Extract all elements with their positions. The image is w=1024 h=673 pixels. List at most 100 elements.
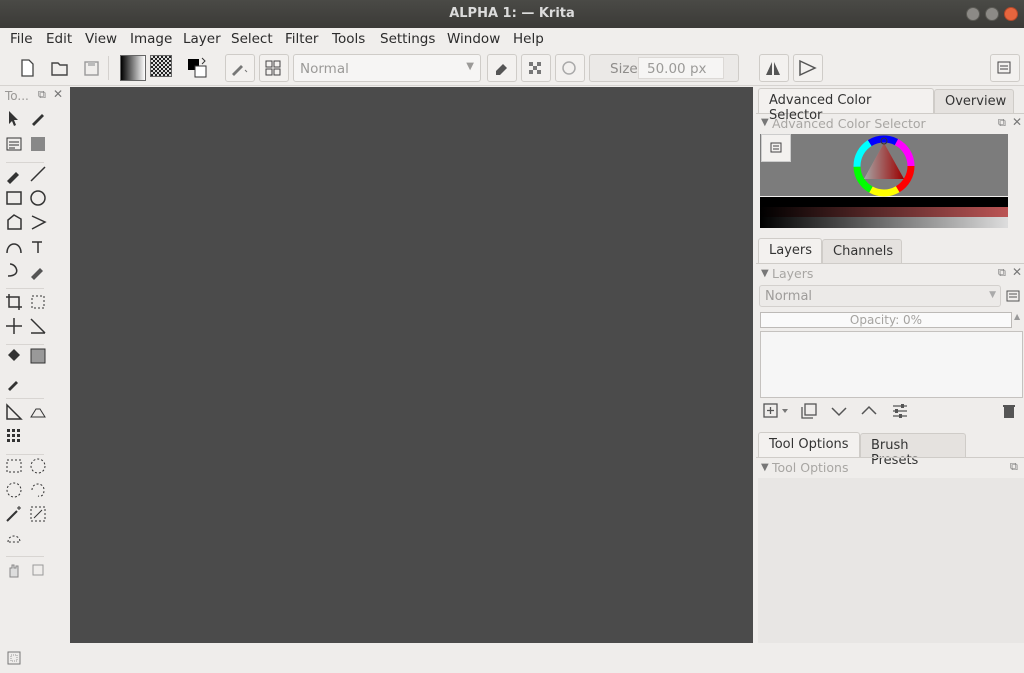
menu-image[interactable]: Image (130, 31, 172, 47)
open-folder-icon[interactable] (46, 55, 72, 81)
color-picker-tool-icon[interactable] (4, 372, 24, 392)
mirror-horizontal-button[interactable] (759, 54, 789, 82)
layer-options-icon[interactable] (1004, 287, 1022, 305)
brush-settings-button[interactable] (259, 54, 289, 82)
bezier-select-tool-icon[interactable] (4, 528, 24, 548)
color-bar-black[interactable] (760, 197, 1008, 207)
tab-brush-presets[interactable]: Brush Presets (860, 433, 966, 468)
grid-tool-icon[interactable] (4, 426, 24, 446)
move-layer-down-icon[interactable] (830, 402, 848, 420)
chevron-up-icon[interactable]: ▲ (1014, 312, 1020, 321)
layer-properties-icon[interactable] (891, 402, 909, 420)
size-spinbox[interactable]: Size: 50.00 px (589, 54, 739, 82)
menu-select[interactable]: Select (231, 31, 273, 47)
canvas-area[interactable] (70, 87, 753, 643)
zoom-tool-icon[interactable] (28, 560, 48, 580)
brush-preset-button[interactable] (225, 54, 255, 82)
workspace-icon (997, 61, 1011, 74)
color-bar-gray[interactable] (760, 217, 1008, 228)
tab-layers[interactable]: Layers (758, 238, 822, 263)
new-document-icon[interactable] (14, 55, 40, 81)
rectangle-tool-icon[interactable] (4, 188, 24, 208)
pattern-swatch[interactable] (150, 55, 172, 77)
menu-filter[interactable]: Filter (285, 31, 318, 47)
close-icon[interactable]: ✕ (1012, 265, 1022, 279)
bezier-curve-tool-icon[interactable] (4, 236, 24, 256)
add-layer-icon[interactable] (762, 402, 792, 420)
gradient-swatch[interactable] (120, 55, 146, 81)
collapse-arrow-icon[interactable]: ▼ (761, 462, 769, 473)
collapse-arrow-icon[interactable]: ▼ (761, 117, 769, 128)
freehand-brush-tool-icon[interactable] (4, 164, 24, 184)
color-wheel-triangle[interactable] (853, 135, 915, 197)
polygon-select-tool-icon[interactable] (4, 480, 24, 500)
tab-tool-options[interactable]: Tool Options (758, 432, 860, 457)
close-button[interactable] (1004, 7, 1018, 21)
menu-window[interactable]: Window (447, 31, 500, 47)
multibrush-tool-icon[interactable] (28, 260, 48, 280)
menu-view[interactable]: View (85, 31, 117, 47)
delete-layer-icon[interactable] (1000, 402, 1018, 420)
float-icon[interactable]: ⧉ (998, 266, 1006, 280)
float-icon[interactable]: ⧉ (998, 116, 1006, 130)
eraser-mode-button[interactable] (487, 54, 517, 82)
crop-tool-icon[interactable] (4, 292, 24, 312)
fg-bg-color-icon[interactable] (184, 55, 210, 81)
line-tool-icon[interactable] (28, 164, 48, 184)
text-tool-icon[interactable] (4, 134, 24, 154)
save-icon[interactable] (78, 55, 104, 81)
menu-settings[interactable]: Settings (380, 31, 435, 47)
perspective-grid-tool-icon[interactable] (28, 402, 48, 422)
color-bar-red[interactable] (760, 207, 1008, 217)
menu-file[interactable]: File (10, 31, 33, 47)
similar-color-select-tool-icon[interactable] (28, 504, 48, 524)
menu-layer[interactable]: Layer (183, 31, 221, 47)
opacity-slider[interactable]: Opacity: 0% (760, 312, 1012, 328)
color-selector-area[interactable] (760, 134, 1008, 197)
dynamic-brush-tool-icon[interactable] (4, 260, 24, 280)
ellipse-tool-icon[interactable] (28, 188, 48, 208)
menu-help[interactable]: Help (513, 31, 544, 47)
move-tool-icon[interactable] (4, 316, 24, 336)
layer-blend-mode-combo[interactable]: Normal ▼ (759, 285, 1001, 307)
freehand-path-tool-icon[interactable] (28, 236, 48, 256)
minimize-button[interactable] (966, 7, 980, 21)
tab-advanced-color-selector[interactable]: Advanced Color Selector (758, 88, 934, 123)
maximize-button[interactable] (985, 7, 999, 21)
float-icon[interactable]: ⧉ (1010, 460, 1018, 474)
pan-hand-tool-icon[interactable] (4, 560, 24, 580)
blend-mode-combo[interactable]: Normal ▼ (293, 54, 481, 82)
menu-tools[interactable]: Tools (332, 31, 365, 47)
transform-tool-icon[interactable] (28, 292, 48, 312)
tab-channels[interactable]: Channels (822, 239, 902, 264)
size-value[interactable]: 50.00 px (638, 57, 724, 79)
polyline-tool-icon[interactable] (28, 212, 48, 232)
menu-edit[interactable]: Edit (46, 31, 72, 47)
close-icon[interactable]: ✕ (1012, 115, 1022, 129)
magic-wand-tool-icon[interactable] (4, 504, 24, 524)
layers-list[interactable] (760, 331, 1023, 398)
float-icon[interactable]: ⧉ (38, 88, 46, 102)
color-selector-settings-button[interactable] (761, 134, 791, 162)
calligraphy-tool-icon[interactable] (28, 134, 48, 154)
workspace-chooser-button[interactable] (990, 54, 1020, 82)
rectangle-select-tool-icon[interactable] (4, 456, 24, 476)
preserve-alpha-button[interactable] (521, 54, 551, 82)
gradient-tool-icon[interactable] (28, 346, 48, 366)
assistant-tool-icon[interactable] (4, 402, 24, 422)
freehand-select-tool-icon[interactable] (28, 480, 48, 500)
tab-overview[interactable]: Overview (934, 89, 1014, 114)
close-icon[interactable]: ✕ (53, 87, 63, 101)
select-shapes-tool-icon[interactable] (4, 108, 24, 128)
ellipse-select-tool-icon[interactable] (28, 456, 48, 476)
edit-shapes-tool-icon[interactable] (28, 108, 48, 128)
polygon-tool-icon[interactable] (4, 212, 24, 232)
mirror-vertical-button[interactable] (793, 54, 823, 82)
move-layer-up-icon[interactable] (860, 402, 878, 420)
fill-bucket-tool-icon[interactable] (4, 346, 24, 366)
reload-preset-button[interactable] (555, 54, 585, 82)
duplicate-layer-icon[interactable] (800, 402, 818, 420)
collapse-arrow-icon[interactable]: ▼ (761, 268, 769, 279)
measure-tool-icon[interactable] (28, 316, 48, 336)
selection-indicator-icon[interactable] (6, 650, 22, 666)
